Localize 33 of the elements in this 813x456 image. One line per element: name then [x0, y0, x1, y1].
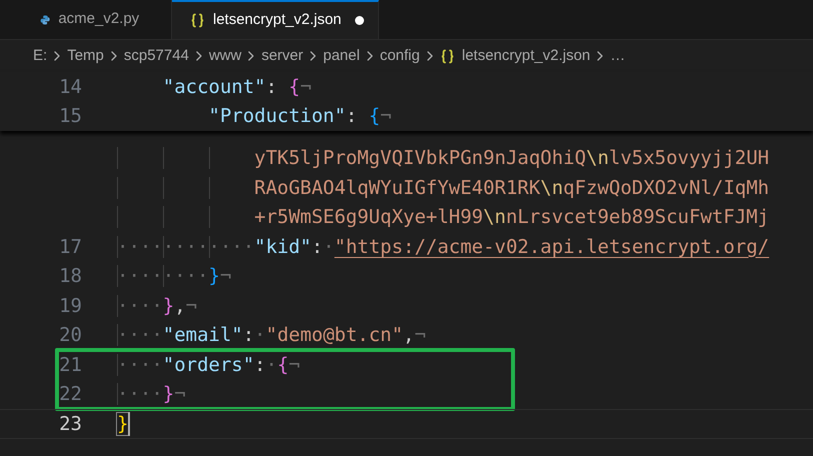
breadcrumb-item[interactable]: letsencrypt_v2.json [462, 44, 590, 68]
line-number: 17 [59, 236, 82, 258]
line-number: 20 [59, 324, 82, 346]
code-line: } [117, 412, 128, 436]
code-line: ····"orders":·{¬ [117, 352, 300, 378]
code-line: ········}¬ [117, 264, 232, 289]
code-line: +r5WmSE6g9UqXye+lH99\nnLrsvcet9eb89ScuFwtFJMj [254, 205, 770, 230]
line-number: 15 [59, 105, 82, 127]
code-line: "account": {¬ [162, 74, 312, 100]
breadcrumb-item[interactable]: Temp [67, 44, 104, 68]
braces-icon [190, 13, 205, 28]
line-number: 22 [59, 383, 82, 405]
line-number: 14 [59, 76, 82, 98]
line-number: 21 [59, 354, 82, 376]
braces-icon [440, 48, 455, 64]
code-line: ····}¬ [117, 382, 186, 407]
line-number: 19 [59, 294, 82, 316]
code-line: ····},¬ [117, 294, 198, 318]
line-number: 18 [59, 265, 82, 287]
code-line: yTK5ljProMgVQIVbkPGn9nJaqOhiQ\nlv5x5ovyyjj2UH [254, 146, 770, 171]
breadcrumb-item[interactable]: config [380, 44, 420, 68]
breadcrumb-item[interactable]: panel [323, 44, 360, 68]
breadcrumb-item[interactable]: scp57744 [124, 44, 189, 68]
breadcrumb-item[interactable]: … [610, 44, 626, 68]
code-line: RAoGBAO4lqWYuIGfYwE40R1RK\nqFzwQoDXO2vNl/IqMh [254, 176, 770, 200]
code-line: "Production": {¬ [208, 104, 392, 129]
code-line: ····"email":·"demo@bt.cn",¬ [117, 323, 426, 348]
breadcrumb-item[interactable]: E: [33, 44, 48, 68]
line-number: 23 [59, 412, 82, 434]
breadcrumb-item[interactable]: www [208, 44, 242, 68]
breadcrumb-item[interactable]: server [261, 44, 304, 68]
editor-tab[interactable]: letsencrypt_v2.json [172, 0, 380, 39]
code-line: ············"kid":·"https://acme-v02.api.letsencrypt.org/ [117, 234, 770, 260]
